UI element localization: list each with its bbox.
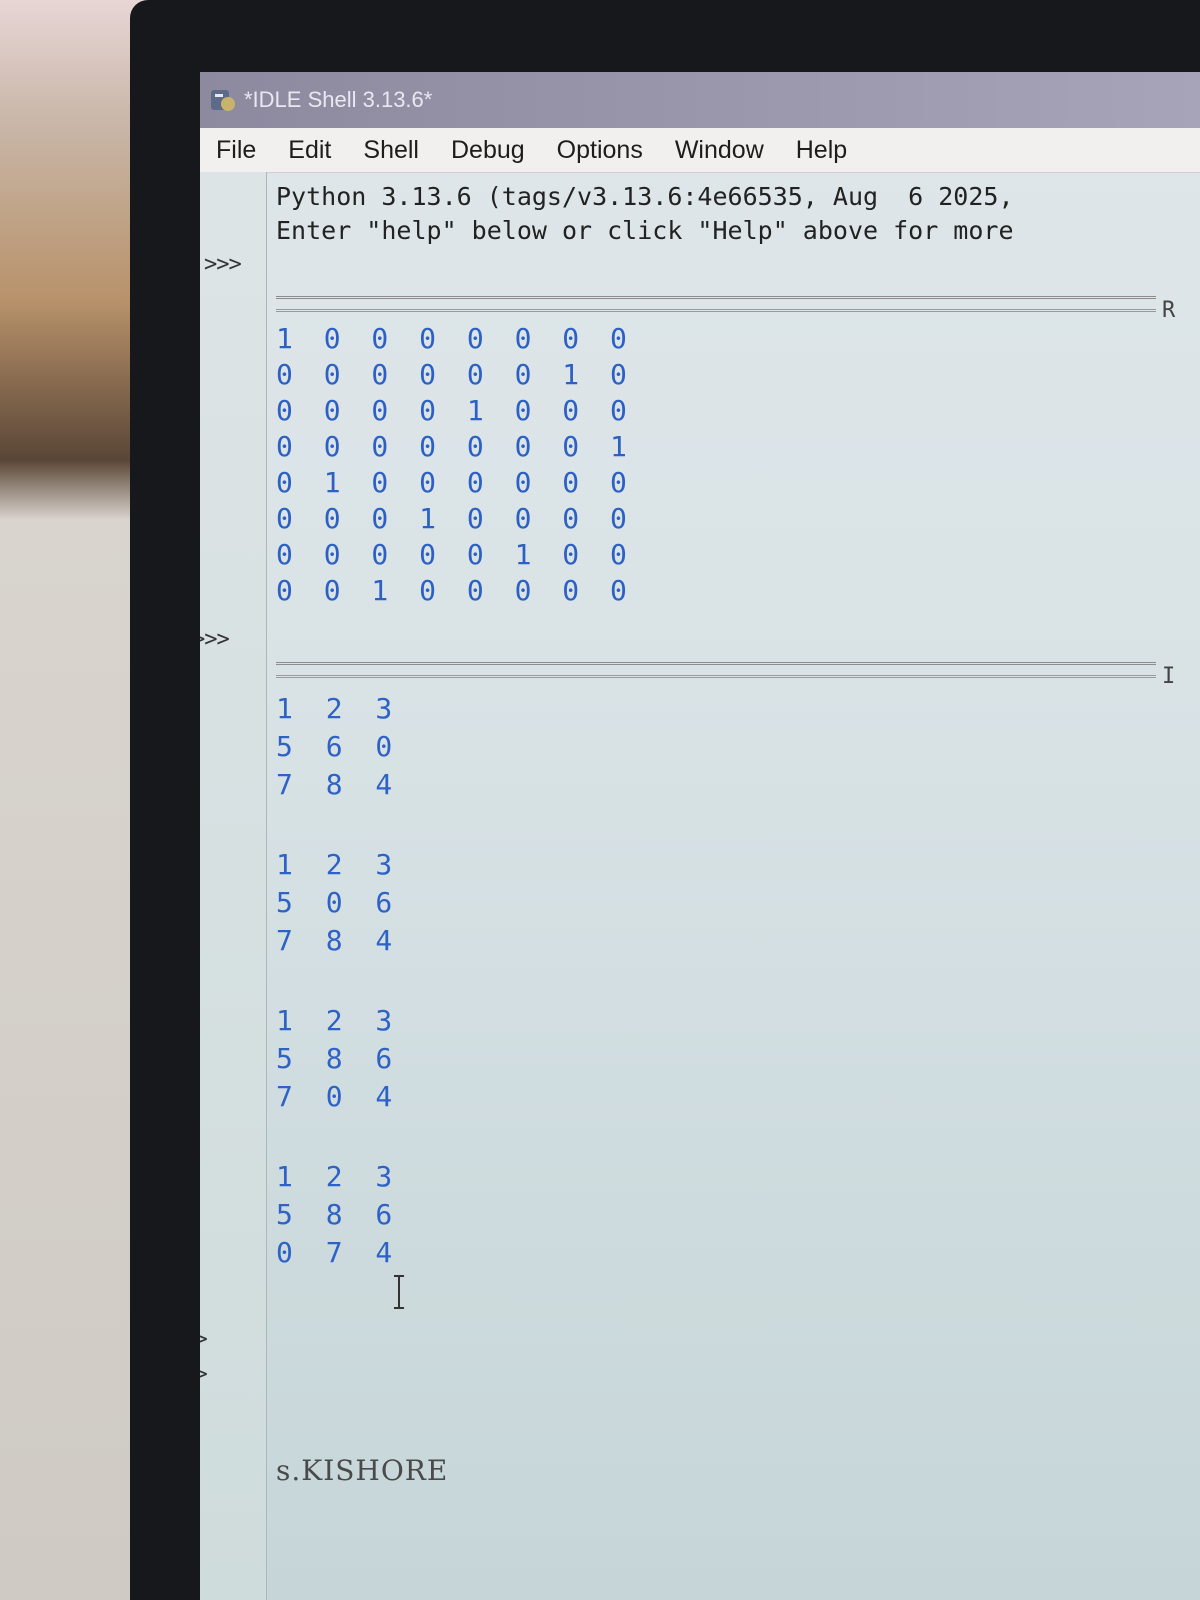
puzzle-row: 7 0 4 [276, 1080, 401, 1113]
menu-file[interactable]: File [200, 136, 272, 165]
prompt-1: >>> [204, 252, 242, 277]
menu-window[interactable]: Window [659, 136, 780, 165]
puzzle-row: 5 6 0 [276, 730, 401, 763]
menu-bar: File Edit Shell Debug Options Window Hel… [200, 128, 1200, 173]
menu-options[interactable]: Options [541, 136, 659, 165]
matrix-row: 0 0 0 0 0 1 0 0 [276, 538, 634, 571]
idle-app-icon [208, 85, 238, 115]
puzzle-row: 7 8 4 [276, 768, 401, 801]
prompt-2: >>> [200, 627, 230, 652]
matrix-row: 0 0 0 0 0 0 1 0 [276, 358, 634, 391]
puzzle-row: 0 7 4 [276, 1236, 401, 1269]
restart-separator-1 [276, 296, 1156, 312]
restart-separator-2 [276, 662, 1156, 678]
restart-label-1: R [1162, 298, 1176, 323]
puzzle-row: 5 8 6 [276, 1198, 401, 1231]
menu-debug[interactable]: Debug [435, 136, 541, 165]
prompt-gutter: >>> >>> >>> >>> [200, 172, 267, 1600]
matrix-row: 0 1 0 0 0 0 0 0 [276, 466, 634, 499]
prompt-4: >>> [200, 1362, 208, 1387]
banner-help-line: Enter "help" below or click "Help" above… [276, 216, 1014, 245]
puzzle-row: 5 0 6 [276, 886, 401, 919]
shell-text-area[interactable]: Python 3.13.6 (tags/v3.13.6:4e66535, Aug… [276, 172, 1200, 1600]
shell-input-line: s.KISHORE [276, 1454, 449, 1487]
banner-version-line: Python 3.13.6 (tags/v3.13.6:4e66535, Aug… [276, 182, 1014, 211]
puzzle-row: 5 8 6 [276, 1042, 401, 1075]
puzzle-row: 1 2 3 [276, 692, 401, 725]
window-title: *IDLE Shell 3.13.6* [244, 87, 433, 112]
puzzle-row: 7 8 4 [276, 924, 401, 957]
text-cursor-icon [394, 1275, 404, 1309]
menu-edit[interactable]: Edit [272, 136, 347, 165]
prompt-3: >>> [200, 1327, 208, 1352]
matrix-row: 0 0 0 1 0 0 0 0 [276, 502, 634, 535]
matrix-row: 0 0 0 0 1 0 0 0 [276, 394, 634, 427]
puzzle-row: 1 2 3 [276, 1160, 401, 1193]
puzzle-row: 1 2 3 [276, 848, 401, 881]
idle-shell-window: *IDLE Shell 3.13.6* File Edit Shell Debu… [200, 72, 1200, 1600]
matrix-row: 1 0 0 0 0 0 0 0 [276, 322, 634, 355]
matrix-row: 0 0 1 0 0 0 0 0 [276, 574, 634, 607]
restart-label-2: I [1162, 664, 1176, 689]
puzzle-row: 1 2 3 [276, 1004, 401, 1037]
title-bar: *IDLE Shell 3.13.6* [200, 72, 1200, 128]
matrix-row: 0 0 0 0 0 0 0 1 [276, 430, 634, 463]
menu-help[interactable]: Help [780, 136, 863, 165]
menu-shell[interactable]: Shell [347, 136, 435, 165]
